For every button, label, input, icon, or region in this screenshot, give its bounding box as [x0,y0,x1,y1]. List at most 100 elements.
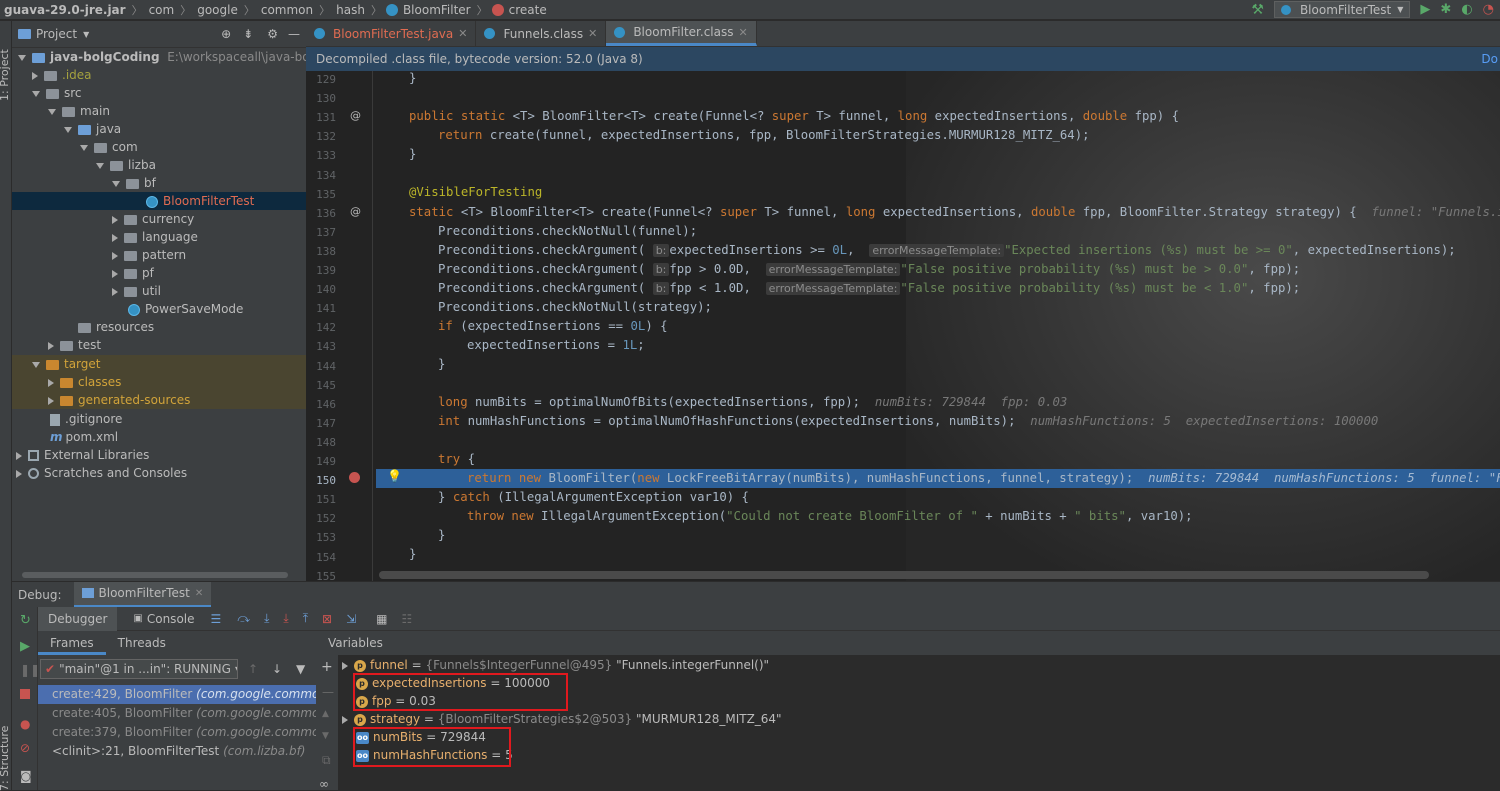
tab-console[interactable]: ▣ Console [123,607,204,631]
coverage-icon[interactable]: ◐ [1461,2,1472,17]
expand-arrow-icon[interactable] [112,269,118,278]
step-over-icon[interactable]: ⤼ [237,611,250,626]
horizontal-scrollbar[interactable] [22,572,288,578]
run-icon[interactable]: ▶ [1420,2,1430,17]
tree-item-bf[interactable]: bf [112,174,156,192]
rerun-icon[interactable]: ↻ [20,613,32,628]
camera-icon[interactable]: ◙ [20,769,32,783]
expand-arrow-icon[interactable] [64,126,72,133]
tree-item-util[interactable]: util [112,282,161,300]
move-up-icon[interactable]: ▲ [322,709,329,719]
step-into-icon[interactable]: ⤓ [264,611,269,626]
tree-item-powersavemode[interactable]: PowerSaveMode [128,300,243,318]
tree-item-language[interactable]: language [112,228,198,246]
tree-item-target[interactable]: target [12,355,306,373]
tree-item-scratches[interactable]: Scratches and Consoles [16,464,187,482]
tree-root[interactable]: java-bolgCoding E:\workspaceall\java-bol… [18,48,306,66]
hammer-icon[interactable]: ⚒ [1251,2,1264,18]
close-icon[interactable]: ✕ [588,27,597,40]
collapse-icon[interactable]: ⇟ [243,27,253,41]
trace-icon[interactable]: ☷ [402,612,413,626]
tree-item-resources[interactable]: resources [78,318,154,336]
remove-icon[interactable]: — [322,685,334,699]
frame-row[interactable]: <clinit>:21, BloomFilterTest (com.lizba.… [38,742,316,761]
breakpoint-icon[interactable] [349,472,360,483]
evaluate-icon[interactable]: ▦ [376,612,387,626]
tree-item-pf[interactable]: pf [112,264,154,282]
stop-icon[interactable] [20,689,30,699]
expand-arrow-icon[interactable] [32,361,40,368]
tree-item-test[interactable]: test [48,336,101,354]
expand-arrow-icon[interactable] [16,451,22,460]
frame-row[interactable]: create:429, BloomFilter (com.google.comm… [38,685,316,704]
breadcrumb-method[interactable]: create [507,3,549,17]
profile-icon[interactable]: ◔ [1483,2,1494,17]
minimize-icon[interactable]: — [288,27,300,41]
breadcrumb-hash[interactable]: hash [334,3,367,17]
project-panel-title[interactable]: Project [36,27,77,41]
tree-item-com[interactable]: com [80,138,138,156]
tree-item-generated-sources[interactable]: generated-sources [12,391,306,409]
glasses-icon[interactable]: ∞ [319,777,329,791]
expand-arrow-icon[interactable] [342,661,348,670]
frame-row[interactable]: create:379, BloomFilter (com.google.comm… [38,723,316,742]
force-step-into-icon[interactable]: ⤓ [283,611,288,626]
tree-item-lizba[interactable]: lizba [96,156,156,174]
drop-frame-icon[interactable]: ⊠ [322,612,332,626]
view-breakpoints-icon[interactable]: ● [20,717,32,731]
breadcrumb-com[interactable]: com [147,3,177,17]
expand-arrow-icon[interactable] [48,341,54,350]
step-out-icon[interactable]: ⤒ [303,611,308,626]
tab-bloomfilter-class[interactable]: BloomFilter.class ✕ [606,21,757,46]
breadcrumb-jar[interactable]: guava-29.0-jre.jar [0,3,128,17]
banner-link[interactable]: Do [1481,47,1498,71]
code-editor[interactable]: 129 130 131 132 133 134 135 136 137 138 139 140 141 1… [306,71,1500,581]
tab-threads[interactable]: Threads [106,633,178,655]
thread-select[interactable]: ✔ "main"@1 in ...in": RUNNING ▼ [40,659,238,679]
expand-arrow-icon[interactable] [96,162,104,169]
tree-item-external-libraries[interactable]: External Libraries [16,446,149,464]
gear-icon[interactable]: ⚙ [267,27,278,41]
editor-horizontal-scrollbar[interactable] [379,571,1429,579]
expand-arrow-icon[interactable] [18,54,26,61]
filter-icon[interactable]: ▼ [296,662,305,676]
duplicate-icon[interactable]: ⧉ [322,753,331,768]
add-watch-icon[interactable]: + [321,659,333,675]
expand-arrow-icon[interactable] [48,396,54,405]
tree-item-pattern[interactable]: pattern [112,246,186,264]
tree-item-currency[interactable]: currency [112,210,194,228]
tab-debugger[interactable]: Debugger [38,606,118,631]
expand-arrow-icon[interactable] [112,251,118,260]
expand-arrow-icon[interactable] [48,108,56,115]
lightbulb-icon[interactable]: 💡 [387,469,402,483]
tab-frames[interactable]: Frames [38,633,106,655]
tree-item-java[interactable]: java [64,120,121,138]
tab-bloomfiltertest-java[interactable]: BloomFilterTest.java ✕ [306,21,477,46]
tree-item-idea[interactable]: .idea [32,66,92,84]
tree-item-main[interactable]: main [48,102,110,120]
breadcrumb-class[interactable]: BloomFilter [401,3,473,17]
close-icon[interactable]: ✕ [739,26,748,39]
expand-arrow-icon[interactable] [48,378,54,387]
move-down-icon[interactable]: ▼ [322,731,329,741]
tree-item-bloomfiltertest[interactable]: BloomFilterTest [12,192,306,210]
debug-icon[interactable]: ✱ [1440,2,1451,17]
pause-icon[interactable]: ❚❚ [20,663,40,677]
frame-row[interactable]: create:405, BloomFilter (com.google.comm… [38,704,316,723]
expand-arrow-icon[interactable] [112,215,118,224]
tree-item-classes[interactable]: classes [12,373,306,391]
run-to-cursor-icon[interactable]: ⇲ [346,612,356,626]
tree-item-pom[interactable]: m pom.xml [50,428,118,446]
debug-session-tab[interactable]: BloomFilterTest ✕ [73,581,212,608]
tab-funnels-class[interactable]: Funnels.class ✕ [476,21,607,46]
breadcrumb-common[interactable]: common [259,3,315,17]
mute-breakpoints-icon[interactable]: ⊘ [20,741,32,755]
project-tool-tab[interactable]: 1: Project [0,49,11,101]
globe-icon[interactable]: ⊕ [221,27,231,41]
arrow-up-icon[interactable]: ↑ [248,662,258,676]
tree-item-src[interactable]: src [32,84,82,102]
tree-item-gitignore[interactable]: .gitignore [50,410,122,428]
expand-arrow-icon[interactable] [80,144,88,151]
close-icon[interactable]: ✕ [458,27,467,40]
expand-arrow-icon[interactable] [112,287,118,296]
